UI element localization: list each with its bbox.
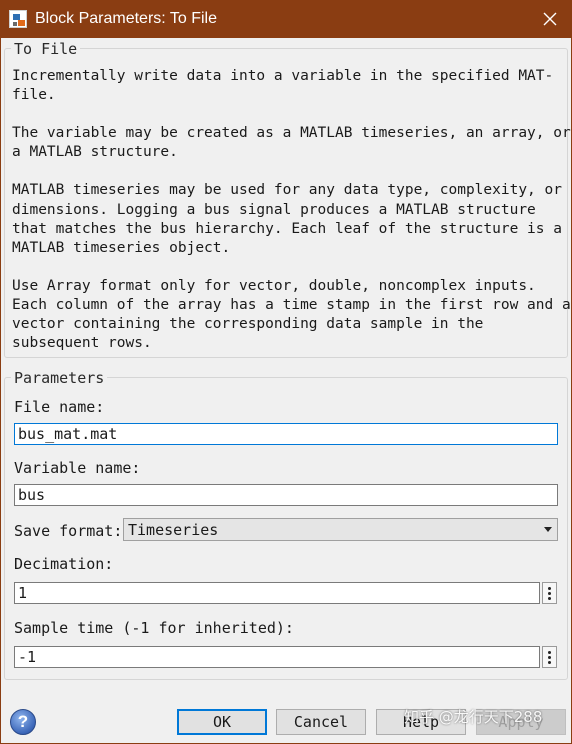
description-line: Each column of the array has a time stam… [12, 296, 571, 313]
description-line: Incrementally write data into a variable… [12, 68, 554, 84]
simulink-icon [9, 10, 27, 28]
close-icon[interactable] [528, 0, 572, 38]
description-line: MATLAB timeseries may be used for any da… [12, 182, 562, 199]
save-format-value: Timeseries [128, 521, 219, 539]
description-line: a MATLAB structure. [12, 144, 178, 161]
description-line: The variable may be created as a MATLAB … [12, 125, 571, 142]
window-title: Block Parameters: To File [35, 10, 217, 27]
cancel-button[interactable]: Cancel [276, 709, 366, 735]
description-line: Use Array format only for vector, double… [12, 277, 536, 294]
description-line: that matches the bus hierarchy. Each lea… [12, 220, 562, 237]
sample-time-more-button[interactable] [542, 646, 557, 668]
description-line: subsequent rows. [12, 335, 152, 352]
description-line: vector containing the corresponding data… [12, 316, 484, 333]
watermark: 知乎 @龙行天下288 [404, 708, 543, 726]
parameters-legend: Parameters [11, 369, 108, 387]
save-format-select[interactable]: Timeseries [123, 518, 558, 541]
help-icon[interactable]: ? [10, 709, 36, 735]
chevron-down-icon [544, 527, 552, 532]
block-description-legend: To File [11, 40, 81, 58]
description-line: dimensions. Logging a bus signal produce… [12, 201, 536, 218]
decimation-input[interactable] [14, 582, 540, 604]
variable-name-label: Variable name: [14, 459, 141, 477]
variable-name-input[interactable] [14, 484, 558, 506]
sample-time-label: Sample time (-1 for inherited): [14, 619, 294, 637]
file-name-label: File name: [14, 398, 105, 416]
description-line: MATLAB timeseries object. [12, 239, 231, 256]
decimation-label: Decimation: [14, 555, 114, 573]
file-name-input[interactable] [14, 423, 558, 445]
title-bar: Block Parameters: To File [0, 0, 572, 38]
decimation-more-button[interactable] [542, 582, 557, 604]
description-line: file. [12, 87, 56, 104]
sample-time-input[interactable] [14, 646, 540, 668]
save-format-label: Save format: [14, 522, 123, 540]
ok-button[interactable]: OK [177, 709, 267, 735]
